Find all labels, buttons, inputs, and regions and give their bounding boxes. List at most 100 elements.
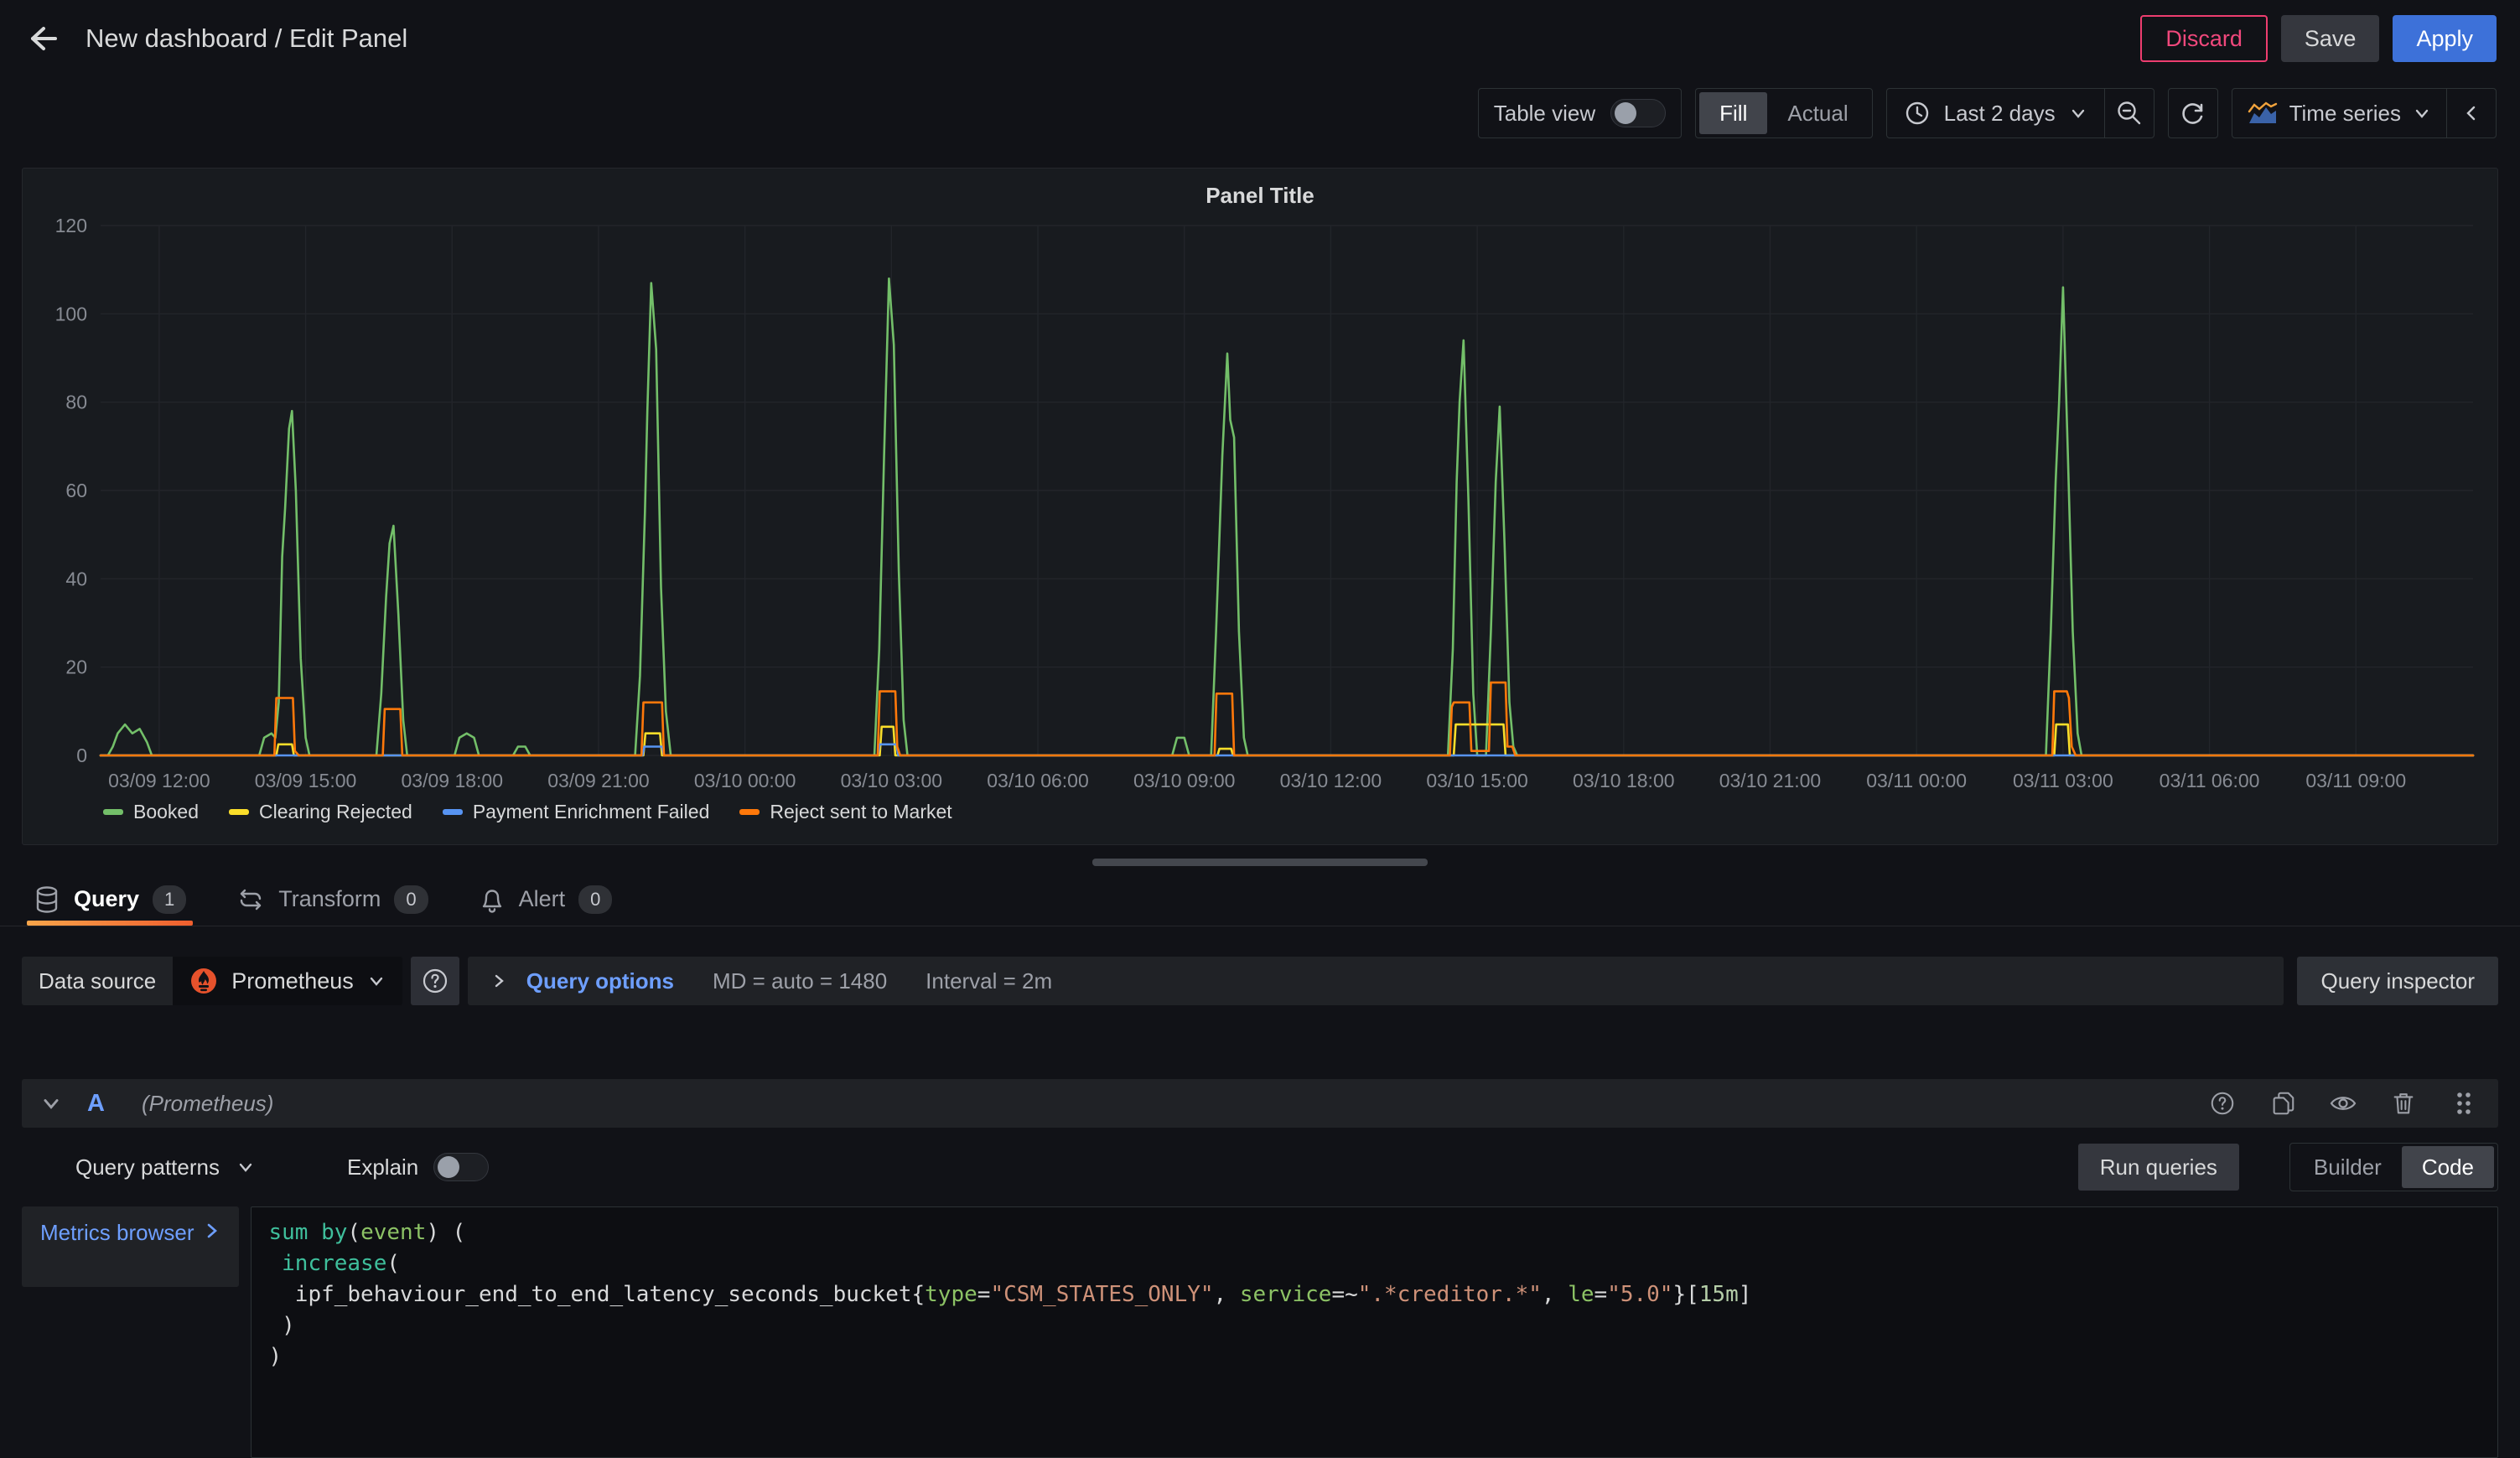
legend-item[interactable]: Payment Enrichment Failed	[443, 801, 710, 823]
code-option[interactable]: Code	[2402, 1146, 2494, 1188]
panel-resize-handle[interactable]	[1092, 859, 1428, 866]
query-help-button[interactable]	[2206, 1087, 2238, 1119]
query-inspector-button[interactable]: Query inspector	[2297, 957, 2498, 1005]
builder-option[interactable]: Builder	[2294, 1146, 2402, 1188]
metrics-browser-label: Metrics browser	[40, 1220, 194, 1246]
datasource-picker[interactable]: Prometheus	[173, 957, 402, 1005]
tab-alert-badge: 0	[578, 885, 612, 914]
legend-swatch	[739, 809, 760, 815]
delete-query-button[interactable]	[2388, 1087, 2419, 1119]
datasource-value: Prometheus	[231, 968, 354, 994]
chart-svg: 02040608010012003/09 12:0003/09 15:0003/…	[40, 212, 2480, 801]
query-datasource-hint: (Prometheus)	[142, 1091, 274, 1117]
table-view-toggle[interactable]	[1610, 99, 1666, 127]
legend-label: Clearing Rejected	[259, 801, 412, 823]
run-queries-button[interactable]: Run queries	[2078, 1144, 2239, 1191]
query-row[interactable]: A (Prometheus)	[22, 1079, 2498, 1128]
fill-option[interactable]: Fill	[1699, 92, 1767, 134]
actual-option[interactable]: Actual	[1767, 92, 1868, 134]
y-tick-label: 0	[76, 745, 87, 766]
refresh-icon	[2179, 99, 2207, 127]
chevron-right-icon	[204, 1220, 220, 1242]
bell-icon	[479, 885, 506, 914]
time-picker-group: Last 2 days	[1886, 88, 2154, 138]
legend-item[interactable]: Clearing Rejected	[229, 801, 412, 823]
patterns-row: Query patterns Explain Run queries Build…	[22, 1143, 2498, 1191]
datasource-help-button[interactable]	[411, 957, 459, 1005]
x-tick-label: 03/10 15:00	[1426, 770, 1528, 791]
chevron-left-icon	[2461, 103, 2481, 123]
interval: Interval = 2m	[926, 968, 1052, 994]
page-title: New dashboard / Edit Panel	[86, 23, 407, 54]
toggle-visibility-button[interactable]	[2327, 1087, 2359, 1119]
apply-button[interactable]: Apply	[2393, 15, 2497, 62]
collapse-options-button[interactable]	[2447, 89, 2496, 137]
back-button[interactable]	[23, 20, 60, 57]
zoom-out-button[interactable]	[2105, 89, 2154, 137]
transform-icon	[236, 885, 265, 914]
eye-icon	[2329, 1089, 2357, 1118]
refresh-button[interactable]	[2168, 88, 2218, 138]
query-options-toggle[interactable]: Query options	[490, 968, 674, 994]
query-patterns-label: Query patterns	[75, 1154, 220, 1180]
help-circle-icon	[2209, 1090, 2236, 1117]
tab-alert[interactable]: Alert 0	[472, 873, 620, 926]
database-icon	[34, 885, 60, 914]
x-tick-label: 03/10 09:00	[1133, 770, 1236, 791]
chart-legend: Booked Clearing Rejected Payment Enrichmen…	[23, 801, 2497, 823]
x-tick-label: 03/10 00:00	[694, 770, 796, 791]
query-patterns-button[interactable]: Query patterns	[75, 1154, 255, 1180]
x-tick-label: 03/10 18:00	[1573, 770, 1675, 791]
panel-title[interactable]: Panel Title	[23, 179, 2497, 212]
tabbar: Query 1 Transform 0 Alert 0	[0, 873, 2520, 926]
table-view-label: Table view	[1494, 101, 1595, 127]
metrics-browser-button[interactable]: Metrics browser	[22, 1206, 239, 1287]
duplicate-query-button[interactable]	[2267, 1087, 2299, 1119]
series-line	[101, 278, 2473, 755]
panel: Panel Title 02040608010012003/09 12:0003…	[22, 168, 2498, 845]
drag-handle[interactable]	[2448, 1087, 2480, 1119]
tab-transform[interactable]: Transform 0	[230, 873, 434, 926]
x-tick-label: 03/09 21:00	[547, 770, 650, 791]
chevron-down-icon	[2069, 104, 2087, 122]
table-view-group: Table view	[1478, 88, 1682, 138]
explain-toggle[interactable]	[433, 1153, 489, 1181]
header: New dashboard / Edit Panel Discard Save …	[0, 0, 2520, 77]
datasource-row: Data source Prometheus	[22, 957, 2498, 1005]
tab-alert-label: Alert	[519, 886, 566, 912]
x-tick-label: 03/09 15:00	[255, 770, 357, 791]
promql-code-editor[interactable]: sum by(event) ( increase( ipf_behaviour_…	[251, 1206, 2498, 1458]
time-series-icon	[2248, 101, 2278, 125]
x-tick-label: 03/10 21:00	[1719, 770, 1822, 791]
code-line: )	[268, 1341, 2497, 1372]
discard-button[interactable]: Discard	[2140, 15, 2268, 62]
tab-query[interactable]: Query 1	[27, 873, 193, 926]
editor-controls: Run queries Builder Code	[2078, 1143, 2498, 1191]
viz-picker-button[interactable]: Time series	[2232, 101, 2446, 127]
header-actions: Discard Save Apply	[2140, 15, 2497, 62]
chevron-down-icon	[236, 1158, 255, 1176]
x-tick-label: 03/11 00:00	[1866, 770, 1967, 791]
legend-label: Reject sent to Market	[770, 801, 951, 823]
legend-item[interactable]: Booked	[103, 801, 199, 823]
y-tick-label: 20	[65, 656, 87, 678]
y-tick-label: 80	[65, 392, 87, 413]
chevron-down-icon	[2413, 104, 2431, 122]
y-tick-label: 100	[55, 303, 87, 324]
trash-icon	[2390, 1090, 2417, 1117]
tab-query-label: Query	[74, 886, 139, 912]
arrow-left-icon	[23, 20, 60, 57]
chevron-down-icon	[367, 972, 386, 990]
x-tick-label: 03/11 09:00	[2305, 770, 2406, 791]
chevron-down-icon[interactable]	[40, 1092, 62, 1114]
query-options-label: Query options	[526, 968, 674, 994]
y-tick-label: 40	[65, 568, 87, 589]
save-button[interactable]: Save	[2281, 15, 2380, 62]
fill-actual-group: Fill Actual	[1695, 88, 1872, 138]
chevron-right-icon	[490, 972, 508, 990]
max-data-points: MD = auto = 1480	[713, 968, 887, 994]
time-range-button[interactable]: Last 2 days	[1887, 100, 2104, 127]
legend-item[interactable]: Reject sent to Market	[739, 801, 951, 823]
y-tick-label: 120	[55, 215, 87, 236]
legend-swatch	[229, 809, 249, 815]
